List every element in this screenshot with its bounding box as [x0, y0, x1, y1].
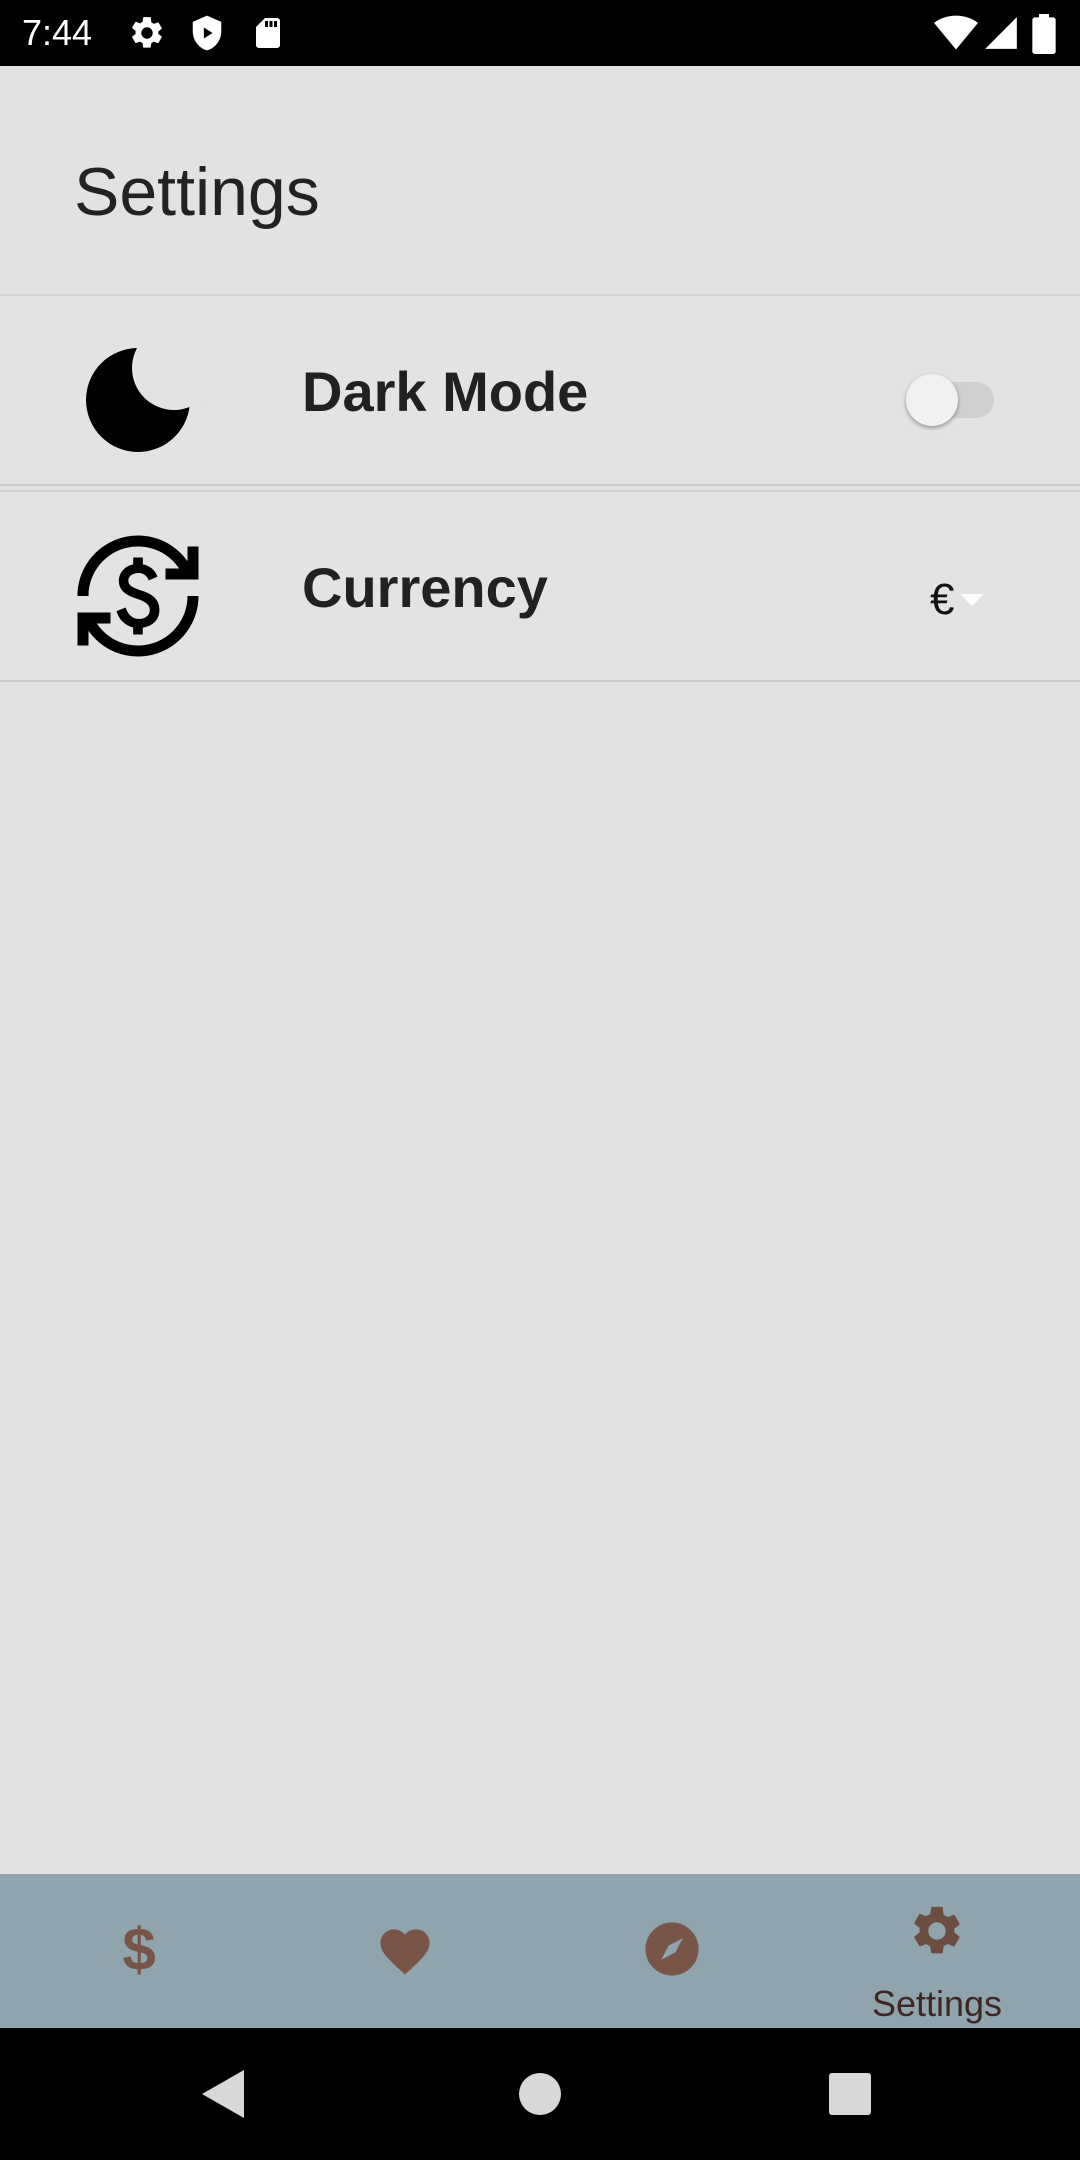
dollar-icon: $: [122, 1922, 155, 1978]
currency-dropdown[interactable]: €: [930, 572, 1010, 628]
settings-icon: [132, 17, 162, 48]
toggle-thumb: [906, 374, 958, 426]
svg-text:$: $: [122, 1922, 155, 1978]
status-bar: 7:44: [0, 0, 1080, 66]
nav-label-settings: Settings: [871, 1983, 1003, 2024]
setting-row-dark-mode[interactable]: Dark Mode: [0, 294, 1080, 486]
signal-icon: [985, 17, 1017, 49]
dark-mode-toggle[interactable]: [906, 368, 994, 426]
system-navigation-bar: [0, 2028, 1080, 2160]
status-time: 7:44: [22, 12, 93, 53]
nav-item-dollar[interactable]: $: [4, 1874, 274, 2028]
nav-item-explore[interactable]: [537, 1874, 807, 2028]
bottom-navigation: $ Settings: [0, 1874, 1080, 2028]
wifi-icon: [934, 15, 978, 50]
battery-icon: [1032, 14, 1056, 54]
nav-item-favorites[interactable]: [271, 1874, 541, 2028]
recents-icon[interactable]: [828, 2072, 872, 2116]
gear-icon: [914, 1906, 960, 1954]
setting-row-currency[interactable]: Currency €: [0, 490, 1080, 682]
currency-exchange-icon: [77, 535, 199, 657]
currency-value: €: [930, 575, 955, 624]
compass-icon: [645, 1922, 699, 1976]
page-title: Settings: [74, 154, 320, 230]
home-icon[interactable]: [518, 2072, 562, 2116]
sd-card-icon: [256, 18, 280, 48]
back-icon[interactable]: [200, 2068, 246, 2120]
dark-mode-label: Dark Mode: [302, 360, 589, 423]
shield-icon: [192, 15, 222, 51]
currency-label: Currency: [302, 556, 548, 619]
dropdown-arrow-icon: [960, 594, 984, 606]
nav-item-settings[interactable]: Settings: [802, 1874, 1072, 2028]
heart-icon: [380, 1929, 430, 1975]
moon-icon: [86, 334, 204, 452]
